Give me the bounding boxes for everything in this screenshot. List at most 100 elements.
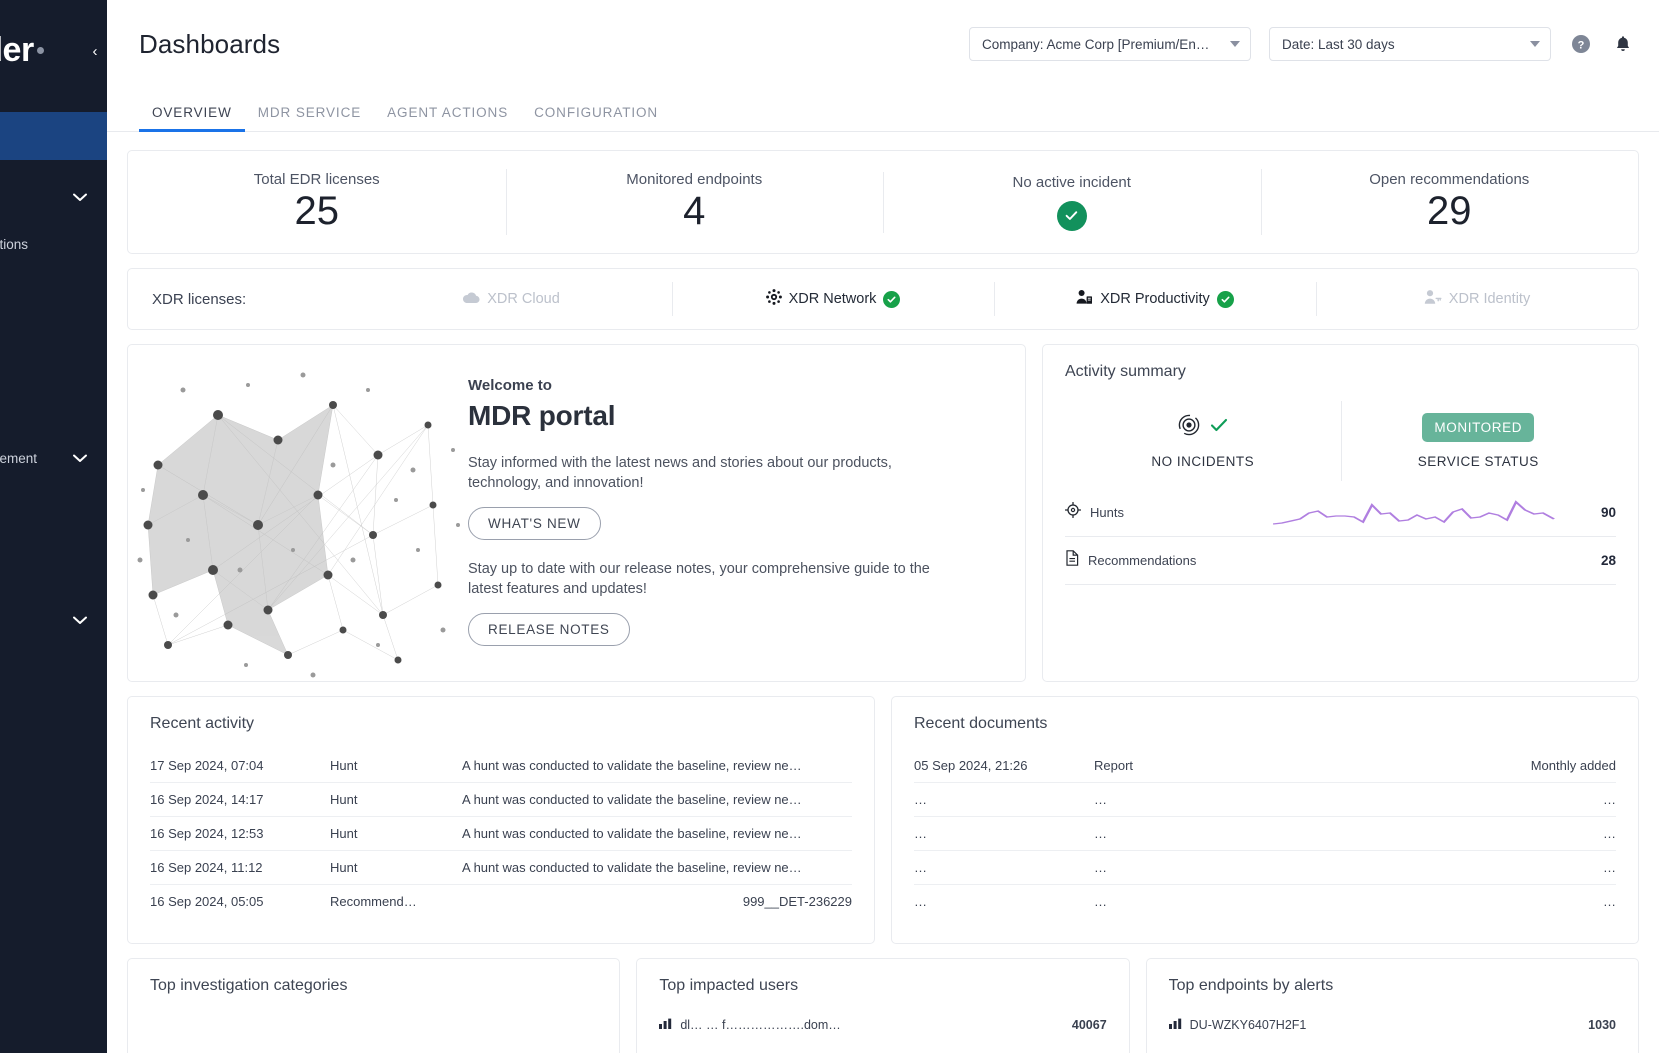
svg-text:?: ? (1578, 40, 1585, 52)
kpi-open-recommendations: Open recommendations 29 (1261, 165, 1639, 239)
activity-summary-top: NO INCIDENTS MONITORED SERVICE STATUS (1065, 393, 1616, 489)
cloud-icon (462, 291, 480, 308)
welcome-spacer (468, 540, 938, 560)
status-badge: MONITORED (1422, 413, 1534, 442)
kpi-monitored-endpoints-value: 4 (506, 190, 884, 233)
sidebar-item-active[interactable] (0, 112, 107, 160)
xdr-license-identity: XDR Identity (1316, 282, 1638, 316)
check-circle-icon (883, 291, 900, 308)
main-area: Dashboards Company: Acme Corp [Premium/E… (107, 0, 1659, 1053)
kpi-total-edr-licenses-value: 25 (128, 190, 506, 233)
tab-mdr-service[interactable]: MDR SERVICE (245, 105, 374, 131)
table-row[interactable]: 16 Sep 2024, 11:12 Hunt A hunt was condu… (150, 851, 852, 885)
kpi-monitored-endpoints-label: Monitored endpoints (506, 171, 884, 188)
cell-date: 17 Sep 2024, 07:04 (150, 749, 330, 783)
sidebar-item-recommendations[interactable]: ations (0, 229, 107, 259)
xdr-license-identity-label: XDR Identity (1449, 291, 1530, 307)
welcome-paragraph-2: Stay up to date with our release notes, … (468, 560, 938, 599)
top-impacted-users-item-label: dl… … f……………….dom… (680, 1018, 840, 1032)
chevron-down-icon (1530, 40, 1540, 49)
welcome-body: Welcome to MDR portal Stay informed with… (468, 345, 958, 681)
cell-type: Report (1094, 749, 1226, 783)
cell-note: … (1226, 885, 1616, 919)
tab-agent-actions[interactable]: AGENT ACTIONS (374, 105, 521, 131)
sidebar-group-1[interactable] (0, 182, 107, 212)
table-row[interactable]: 16 Sep 2024, 05:05 Recommend… 999__DET-2… (150, 885, 852, 919)
network-illustration (128, 345, 468, 681)
activity-row-hunts-label: Hunts (1090, 505, 1124, 520)
xdr-license-cloud: XDR Cloud (350, 282, 672, 316)
xdr-license-productivity: XDR Productivity (994, 282, 1316, 316)
whats-new-button[interactable]: WHAT'S NEW (468, 507, 601, 540)
activity-row-recommendations-label: Recommendations (1088, 553, 1196, 568)
recent-activity-title: Recent activity (150, 715, 852, 733)
cell-date: 16 Sep 2024, 14:17 (150, 783, 330, 817)
tab-bar: OVERVIEW MDR SERVICE AGENT ACTIONS CONFI… (107, 88, 1659, 132)
kpi-open-recommendations-value: 29 (1261, 190, 1639, 233)
cell-desc: A hunt was conducted to validate the bas… (462, 851, 852, 885)
cell-date: 16 Sep 2024, 11:12 (150, 851, 330, 885)
cell-note: Monthly added (1226, 749, 1616, 783)
recent-documents-card: Recent documents 05 Sep 2024, 21:26 Repo… (891, 696, 1639, 944)
date-range-select[interactable]: Date: Last 30 days (1269, 27, 1551, 61)
date-range-select-value: Date: Last 30 days (1282, 37, 1395, 52)
incident-check-icon (1210, 418, 1228, 437)
cell-date: … (914, 885, 1094, 919)
xdr-license-network: XDR Network (672, 282, 994, 316)
top-impacted-users-card: Top impacted users dl… … f……………….dom… 40… (636, 958, 1129, 1053)
table-row[interactable]: 05 Sep 2024, 21:26 Report Monthly added (914, 749, 1616, 783)
recent-row: Recent activity 17 Sep 2024, 07:04 Hunt … (127, 696, 1639, 944)
company-select-value: Company: Acme Corp [Premium/En… (982, 37, 1209, 52)
help-circle-icon[interactable]: ? (1569, 32, 1593, 56)
xdr-license-productivity-label: XDR Productivity (1100, 291, 1210, 307)
activity-incidents-block: NO INCIDENTS (1065, 393, 1341, 489)
top-impacted-users-item-value: 40067 (1072, 1018, 1107, 1032)
app-root: nder ‹ ations gement (0, 0, 1659, 1053)
cell-desc: A hunt was conducted to validate the bas… (462, 749, 852, 783)
sidebar-group-management[interactable]: gement (0, 443, 107, 473)
xdr-license-cloud-label: XDR Cloud (487, 291, 560, 307)
chevron-down-icon (73, 452, 87, 465)
hunts-sparkline (1133, 496, 1573, 530)
bell-icon[interactable] (1611, 32, 1635, 56)
table-row[interactable]: 16 Sep 2024, 14:17 Hunt A hunt was condu… (150, 783, 852, 817)
tab-overview[interactable]: OVERVIEW (139, 105, 245, 131)
check-circle-icon (1057, 201, 1087, 231)
network-illustration-svg (128, 345, 468, 681)
cell-date: … (914, 851, 1094, 885)
sidebar-group-3[interactable] (0, 605, 107, 635)
xdr-license-network-label: XDR Network (789, 291, 877, 307)
kpi-monitored-endpoints: Monitored endpoints 4 (506, 165, 884, 239)
top-endpoints-by-alerts-card: Top endpoints by alerts DU-WZKY6407H2F1 … (1146, 958, 1639, 1053)
cell-type: … (1094, 783, 1226, 817)
logo-dot (37, 47, 44, 54)
table-row[interactable]: 16 Sep 2024, 12:53 Hunt A hunt was condu… (150, 817, 852, 851)
table-row[interactable]: … … … (914, 783, 1616, 817)
sidebar-group-management-label: gement (0, 451, 37, 466)
list-item: dl… … f……………….dom… 40067 (659, 1017, 1106, 1032)
network-node-icon (766, 289, 782, 309)
welcome-paragraph-1: Stay informed with the latest news and s… (468, 454, 938, 493)
cell-date: 16 Sep 2024, 05:05 (150, 885, 330, 919)
top-endpoints-by-alerts-title: Top endpoints by alerts (1169, 977, 1616, 995)
table-row[interactable]: 17 Sep 2024, 07:04 Hunt A hunt was condu… (150, 749, 852, 783)
user-key-icon (1424, 289, 1442, 309)
sidebar-collapse-icon[interactable]: ‹ (82, 38, 107, 64)
cell-date: 05 Sep 2024, 21:26 (914, 749, 1094, 783)
table-row[interactable]: … … … (914, 885, 1616, 919)
cell-type: Recommend… (330, 885, 462, 919)
cell-type: Hunt (330, 851, 462, 885)
list-item: DU-WZKY6407H2F1 1030 (1169, 1017, 1616, 1032)
table-row[interactable]: … … … (914, 851, 1616, 885)
cell-detection-id: 999__DET-236229 (462, 885, 852, 919)
company-select[interactable]: Company: Acme Corp [Premium/En… (969, 27, 1251, 61)
table-row[interactable]: … … … (914, 817, 1616, 851)
cell-type: Hunt (330, 783, 462, 817)
tab-configuration[interactable]: CONFIGURATION (521, 105, 671, 131)
welcome-small-title: Welcome to (468, 377, 938, 394)
kpi-open-recommendations-label: Open recommendations (1261, 171, 1639, 188)
recent-activity-card: Recent activity 17 Sep 2024, 07:04 Hunt … (127, 696, 875, 944)
kpi-no-active-incident: No active incident (883, 168, 1261, 237)
release-notes-button[interactable]: RELEASE NOTES (468, 613, 630, 646)
activity-service-caption: SERVICE STATUS (1418, 454, 1539, 469)
